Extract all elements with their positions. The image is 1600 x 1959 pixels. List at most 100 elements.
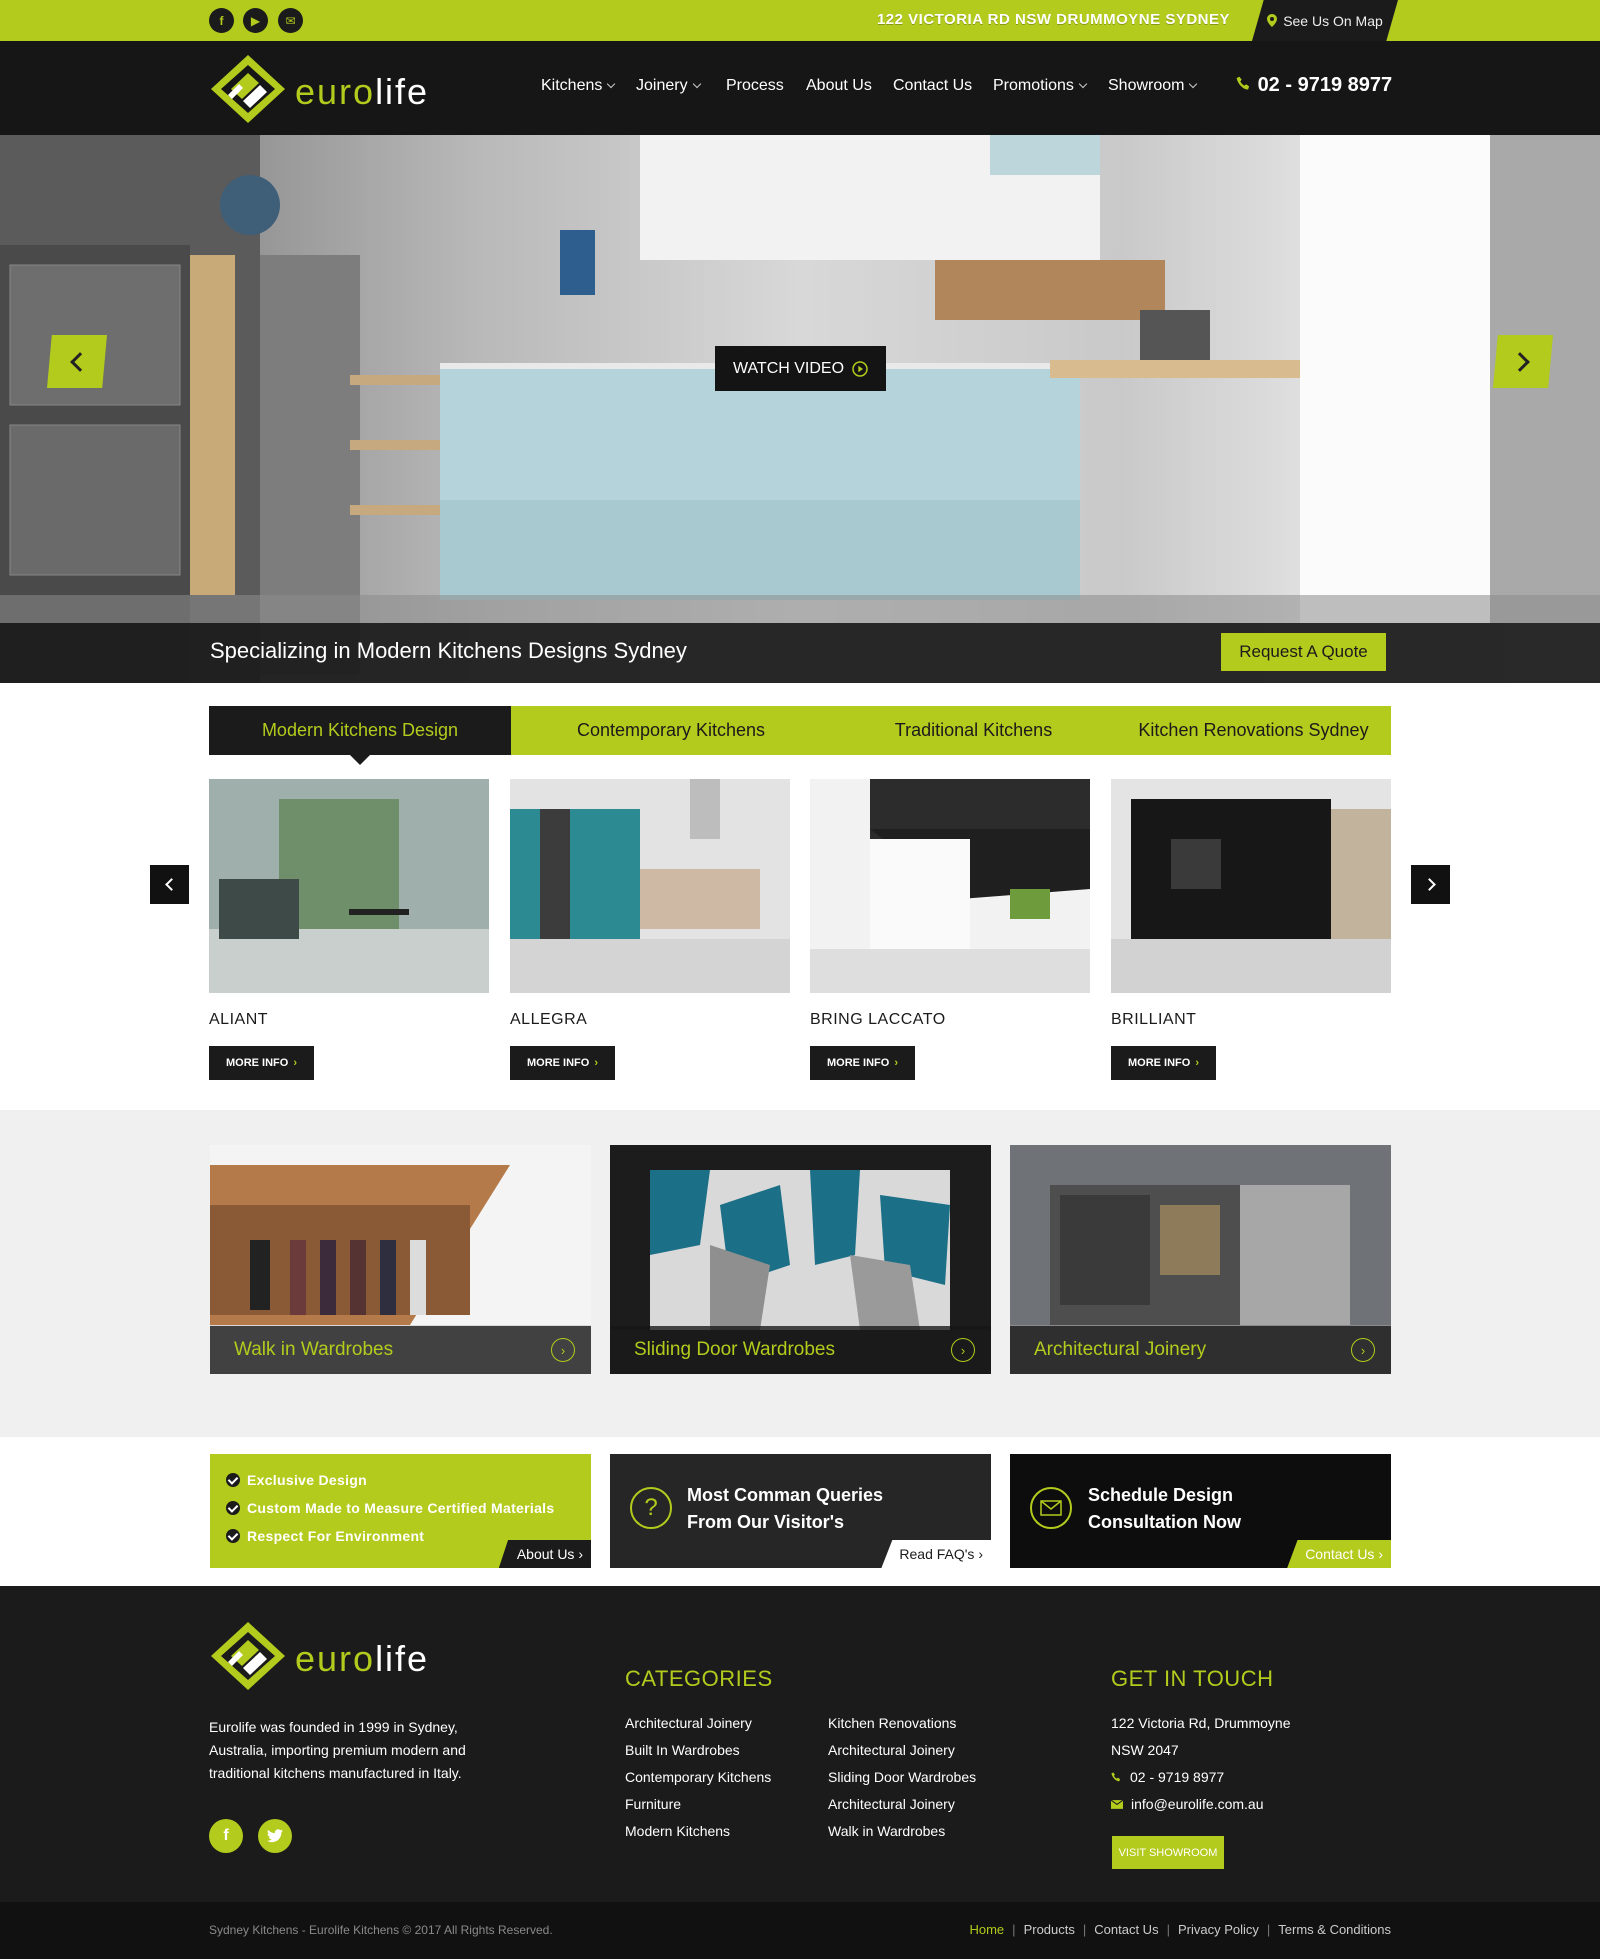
top-bar: f ▶ ✉ 122 VICTORIA RD NSW DRUMMOYNE SYDN… <box>0 0 1600 41</box>
consultation-title-line1: Schedule Design <box>1088 1485 1234 1505</box>
product-image[interactable] <box>810 779 1090 993</box>
category-link[interactable]: Built In Wardrobes <box>625 1737 740 1764</box>
category-link[interactable]: Architectural Joinery <box>625 1710 752 1737</box>
visit-showroom-button[interactable]: VISIT SHOWROOM <box>1112 1836 1224 1869</box>
category-link[interactable]: Furniture <box>625 1791 681 1818</box>
email-icon[interactable]: ✉ <box>278 8 303 33</box>
bottom-link-products[interactable]: Products <box>1024 1922 1075 1937</box>
hero-next-button[interactable] <box>1493 335 1553 388</box>
contact-us-link[interactable]: Contact Us › <box>1287 1540 1391 1568</box>
kitchen-tabs: Modern Kitchens Design Contemporary Kitc… <box>209 706 1391 765</box>
consultation-box: Schedule Design Consultation Now Contact… <box>1010 1454 1391 1568</box>
walk-in-wardrobes-card[interactable]: Walk in Wardrobes › <box>210 1145 591 1374</box>
email-icon <box>1111 1800 1123 1809</box>
chevron-right-icon[interactable]: › <box>1351 1338 1375 1362</box>
footer-phone-number: 02 - 9719 8977 <box>1130 1769 1225 1785</box>
category-link[interactable]: Modern Kitchens <box>625 1818 730 1845</box>
product-card: BRILLIANT MORE INFO › <box>1111 779 1391 1080</box>
carousel-prev-button[interactable] <box>150 865 189 904</box>
watch-video-label: WATCH VIDEO <box>732 359 845 377</box>
nav-process[interactable]: Process <box>726 77 784 95</box>
hero-slider: WATCH VIDEO Specializing in Modern Kitch… <box>0 135 1600 683</box>
sliding-door-wardrobes-card[interactable]: Sliding Door Wardrobes › <box>610 1145 991 1374</box>
bottom-links: Home | Products | Contact Us | Privacy Policy |… <box>969 1922 1391 1937</box>
nav-showroom[interactable]: Showroom <box>1108 77 1198 95</box>
nav-about-us[interactable]: About Us <box>806 77 872 95</box>
nav-joinery-label: Joinery <box>636 77 688 94</box>
product-image[interactable] <box>510 779 790 993</box>
more-info-button[interactable]: MORE INFO › <box>810 1046 915 1080</box>
tab-contemporary-kitchens[interactable]: Contemporary Kitchens <box>511 706 831 755</box>
logo-mark-icon <box>211 55 285 123</box>
architectural-joinery-card[interactable]: Architectural Joinery › <box>1010 1145 1391 1374</box>
header-phone[interactable]: 02 - 9719 8977 <box>1236 74 1392 97</box>
more-info-button[interactable]: MORE INFO › <box>1111 1046 1216 1080</box>
product-name: ALLEGRA <box>510 1011 588 1028</box>
envelope-icon <box>1030 1487 1072 1529</box>
logo-text-euro: euro <box>295 71 376 112</box>
nav-promotions[interactable]: Promotions <box>993 77 1088 95</box>
tab-kitchen-renovations[interactable]: Kitchen Renovations Sydney <box>1116 706 1391 755</box>
nav-contact-us[interactable]: Contact Us <box>893 77 972 95</box>
logo[interactable]: eurolife <box>209 53 459 125</box>
hero-prev-button[interactable] <box>47 335 107 388</box>
facebook-icon[interactable]: f <box>209 8 234 33</box>
category-link[interactable]: Architectural Joinery <box>828 1791 955 1818</box>
chevron-right-icon: › <box>578 1546 583 1562</box>
facebook-icon[interactable]: f <box>209 1819 243 1853</box>
tab-modern-kitchens[interactable]: Modern Kitchens Design <box>209 706 511 765</box>
logo-mark-icon <box>211 1622 285 1690</box>
read-faqs-link[interactable]: Read FAQ's › <box>881 1540 991 1568</box>
bottom-link-privacy-policy[interactable]: Privacy Policy <box>1178 1922 1259 1937</box>
product-card: ALLEGRA MORE INFO › <box>510 779 790 1080</box>
nav-joinery[interactable]: Joinery <box>636 77 701 95</box>
bottom-link-home[interactable]: Home <box>969 1922 1004 1937</box>
tab-traditional-kitchens[interactable]: Traditional Kitchens <box>831 706 1116 755</box>
product-image[interactable] <box>209 779 489 993</box>
chevron-down-icon <box>1078 79 1088 89</box>
more-info-button[interactable]: MORE INFO › <box>510 1046 615 1080</box>
walk-in-wardrobes-caption: Walk in Wardrobes <box>210 1326 591 1374</box>
about-us-link[interactable]: About Us › <box>498 1540 591 1568</box>
request-quote-button[interactable]: Request A Quote <box>1221 633 1386 671</box>
chevron-right-icon: › <box>894 1057 898 1069</box>
faq-title-line2: From Our Visitor's <box>687 1512 844 1532</box>
chevron-right-icon: › <box>293 1057 297 1069</box>
more-info-button[interactable]: MORE INFO › <box>209 1046 314 1080</box>
category-link[interactable]: Architectural Joinery <box>828 1737 955 1764</box>
nav-kitchens[interactable]: Kitchens <box>541 77 616 95</box>
footer-logo[interactable]: eurolife <box>209 1620 459 1692</box>
carousel-next-button[interactable] <box>1411 865 1450 904</box>
product-name: BRING LACCATO <box>810 1011 946 1028</box>
footer-phone[interactable]: 02 - 9719 8977 <box>1111 1764 1224 1791</box>
map-link-label: See Us On Map <box>1283 12 1383 29</box>
hero-kitchen-image <box>0 135 1600 683</box>
category-link[interactable]: Walk in Wardrobes <box>828 1818 945 1845</box>
read-faqs-link-label: Read FAQ's <box>899 1546 975 1562</box>
category-link[interactable]: Sliding Door Wardrobes <box>828 1764 976 1791</box>
feature-item: Custom Made to Measure Certified Materia… <box>226 1500 554 1516</box>
wardrobes-section: Walk in Wardrobes › Sliding Door Wardrob… <box>0 1110 1600 1437</box>
product-card: BRING LACCATO MORE INFO › <box>810 779 1090 1080</box>
nav-promotions-label: Promotions <box>993 77 1074 94</box>
copyright-bar: Sydney Kitchens - Eurolife Kitchens © 20… <box>0 1902 1600 1959</box>
chevron-right-icon: › <box>1195 1057 1199 1069</box>
category-link[interactable]: Contemporary Kitchens <box>625 1764 771 1791</box>
more-info-label: MORE INFO <box>826 1057 890 1069</box>
bottom-link-contact-us[interactable]: Contact Us <box>1094 1922 1158 1937</box>
footer-email[interactable]: info@eurolife.com.au <box>1111 1791 1264 1818</box>
category-link[interactable]: Kitchen Renovations <box>828 1710 956 1737</box>
check-icon <box>226 1501 240 1515</box>
twitter-icon[interactable] <box>258 1819 292 1853</box>
chevron-right-icon[interactable]: › <box>551 1338 575 1362</box>
see-us-on-map-link[interactable]: See Us On Map <box>1252 0 1398 41</box>
product-image[interactable] <box>1111 779 1391 993</box>
chevron-right-icon[interactable]: › <box>951 1338 975 1362</box>
bottom-link-terms[interactable]: Terms & Conditions <box>1278 1922 1391 1937</box>
product-name: ALIANT <box>209 1011 269 1028</box>
watch-video-button[interactable]: WATCH VIDEO <box>715 346 886 391</box>
chevron-left-icon <box>164 878 178 891</box>
youtube-icon[interactable]: ▶ <box>243 8 268 33</box>
nav-showroom-label: Showroom <box>1108 77 1185 94</box>
logo-text-euro: euro <box>295 1638 376 1679</box>
